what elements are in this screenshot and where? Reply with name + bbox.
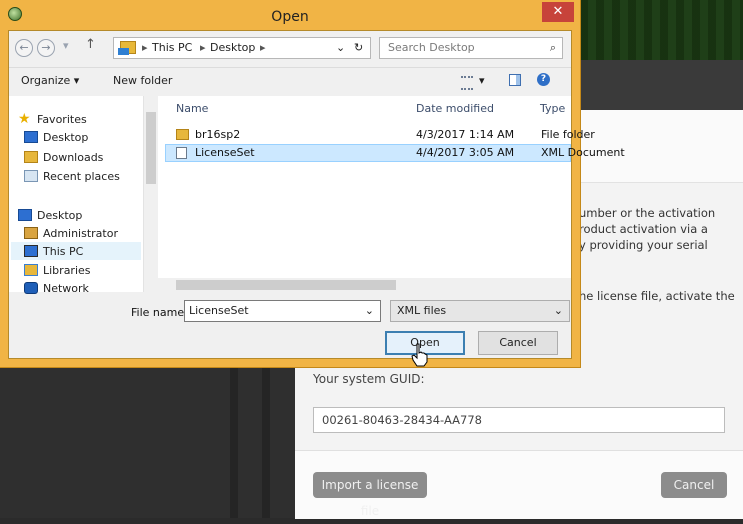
nav-item-label: Desktop [43,130,89,144]
file-name-label: File name: [131,306,188,319]
file-list-horizontal-scrollbar[interactable] [158,278,571,292]
star-icon: ★ [18,111,31,127]
file-list: Name Date modified Type br16sp2 4/3/2017… [158,96,625,278]
this-pc-icon [118,41,136,55]
address-bar[interactable]: ▸ This PC ▸ Desktop ▸ ⌄ ↻ [113,37,371,59]
chevron-down-icon: ⌄ [553,304,563,317]
file-name-value: LicenseSet [189,304,249,317]
breadcrumb-this-pc[interactable]: This PC [152,41,192,54]
back-icon[interactable]: ← [15,39,33,57]
license-panel-footer: Import a license file Cancel [295,450,743,519]
nav-item-this-pc[interactable]: This PC [11,242,141,260]
breadcrumb-separator: ▸ [142,41,148,54]
file-name-input[interactable]: LicenseSet ⌄ [184,300,381,322]
organize-menu-button[interactable]: Organize ▾ [21,74,79,87]
close-button[interactable]: ✕ [542,2,574,22]
license-text-line: he license file, activate the [579,289,735,303]
nav-item-label: Desktop [37,208,83,222]
license-cancel-button[interactable]: Cancel [661,472,727,498]
file-type: File folder [541,128,595,141]
nav-item-desktop-root[interactable]: Desktop [18,206,82,224]
column-header-type[interactable]: Type [540,102,565,115]
nav-item-label: Favorites [37,112,87,126]
license-text-line: umber or the activation [579,206,716,220]
new-folder-button[interactable]: New folder [113,74,172,87]
breadcrumb-desktop[interactable]: Desktop [210,41,255,54]
preview-pane-icon[interactable] [509,74,521,86]
column-header-date-modified[interactable]: Date modified [416,102,494,115]
nav-item-network[interactable]: Network [24,279,89,297]
forward-icon[interactable]: → [37,39,55,57]
breadcrumb-separator: ▸ [200,41,206,54]
scrollbar-thumb[interactable] [176,280,396,290]
dialog-title: Open [271,9,309,25]
nav-item-label: Recent places [43,169,120,183]
libraries-icon [24,264,38,276]
chevron-down-icon[interactable]: ⌄ [365,301,374,321]
user-icon [24,227,38,239]
license-text-line: roduct activation via a [579,222,708,236]
file-row[interactable]: br16sp2 4/3/2017 1:14 AM File folder [165,126,595,144]
desktop-icon [18,209,32,221]
command-toolbar: Organize ▾ New folder ▾ ? [9,67,571,96]
license-text-line: y providing your serial [579,238,708,252]
cancel-button[interactable]: Cancel [478,331,558,355]
search-icon: ⌕ [549,41,556,54]
app-divider [230,365,238,518]
nav-item-favorites[interactable]: ★ Favorites [18,110,87,128]
recent-places-icon [24,170,38,182]
dialog-body: ← → ▾ ↑ ▸ This PC ▸ Desktop ▸ ⌄ ↻ Search… [8,30,625,359]
nav-item-label: Downloads [43,150,104,164]
file-name: br16sp2 [195,128,241,141]
view-menu-chevron-icon[interactable]: ▾ [479,74,485,87]
app-divider [262,365,270,518]
view-options-icon[interactable] [461,76,473,90]
file-date: 4/4/2017 3:05 AM [416,146,515,159]
nav-item-label: Libraries [43,263,91,277]
computer-icon [24,245,38,257]
nav-item-downloads[interactable]: Downloads [24,148,103,166]
folder-icon [176,129,189,140]
file-date: 4/3/2017 1:14 AM [416,128,515,141]
file-type-value: XML files [397,304,447,317]
address-dropdown-icon[interactable]: ⌄ [336,41,345,54]
network-icon [24,282,38,294]
file-row-selected[interactable]: LicenseSet 4/4/2017 3:05 AM XML Document [165,144,625,162]
system-guid-label: Your system GUID: [313,372,425,386]
scrollbar-thumb[interactable] [146,112,156,184]
navigation-pane: ★ Favorites Desktop Downloads Recent pla… [9,96,156,295]
app-header-pattern [580,0,743,60]
breadcrumb-separator: ▸ [260,41,266,54]
navigation-pane-scrollbar[interactable] [143,96,158,292]
up-icon[interactable]: ↑ [85,37,96,52]
search-placeholder: Search Desktop [388,41,475,54]
open-file-dialog: Open ✕ ← → ▾ ↑ ▸ This PC ▸ Desktop ▸ ⌄ ↻… [0,0,625,367]
desktop-icon [24,131,38,143]
file-name: LicenseSet [195,146,255,159]
downloads-icon [24,151,38,163]
nav-item-recent-places[interactable]: Recent places [24,167,120,185]
import-license-button[interactable]: Import a license file [313,472,427,518]
search-input[interactable]: Search Desktop ⌕ [379,37,563,59]
hand-cursor-icon [411,343,428,367]
system-guid-field[interactable]: 00261-80463-28434-AA778 [313,407,725,433]
column-header-name[interactable]: Name [176,102,208,115]
nav-item-label: Network [43,281,89,295]
refresh-icon[interactable]: ↻ [354,41,363,54]
help-icon[interactable]: ? [537,73,550,86]
xml-file-icon [176,147,187,159]
nav-item-label: This PC [43,244,84,258]
nav-item-desktop[interactable]: Desktop [24,128,88,146]
navigation-bar: ← → ▾ ↑ ▸ This PC ▸ Desktop ▸ ⌄ ↻ Search… [9,31,571,63]
nav-item-libraries[interactable]: Libraries [24,261,91,279]
recent-locations-icon[interactable]: ▾ [63,39,69,52]
file-type-select[interactable]: XML files ⌄ [390,300,570,322]
nav-item-label: Administrator [43,226,118,240]
file-type: XML Document [541,146,625,159]
nav-item-administrator[interactable]: Administrator [24,224,118,242]
